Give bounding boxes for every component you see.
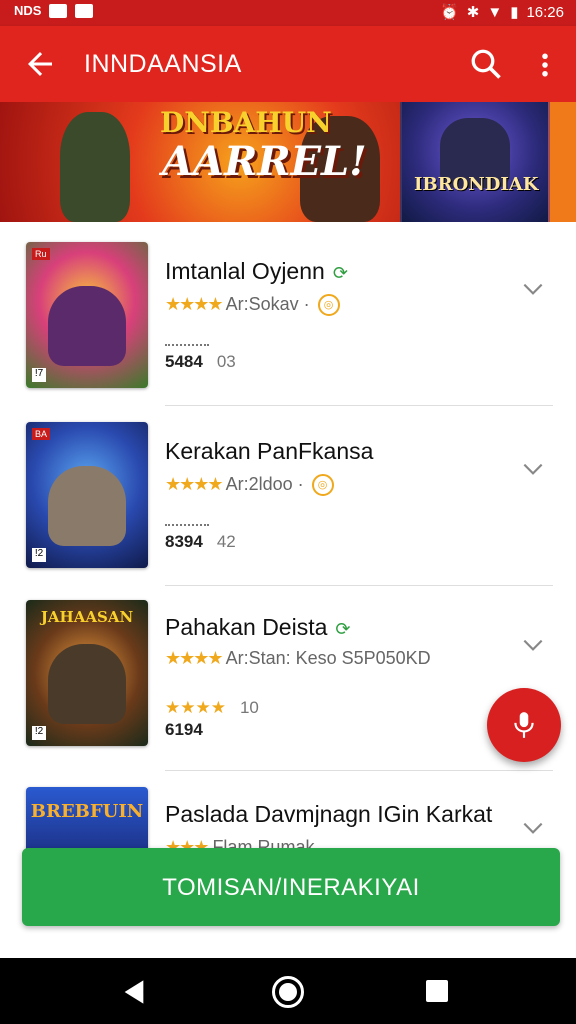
voice-search-button[interactable]	[487, 688, 561, 762]
page-title: INNDAANSIA	[84, 50, 242, 78]
alarm-icon: ⏰	[440, 4, 459, 21]
game-character	[48, 644, 126, 724]
leaf-icon: ⟳	[332, 263, 348, 283]
age-rating-icon: !7	[32, 368, 46, 382]
age-rating-icon: !2	[32, 726, 46, 740]
dots-divider	[165, 524, 209, 530]
game-stats: 5484 03	[165, 352, 236, 371]
list-item[interactable]: Ru !7 Imtanlal Oyjenn ⟳ ★★★★ Ar:Sokav · ◎ …	[0, 222, 576, 406]
game-stats-count: 6194	[165, 720, 203, 739]
promo-banner[interactable]: DNBAHUN AARREL! IBRONDIAK	[0, 102, 576, 222]
banner-side-title: IBRONDIAK	[414, 174, 539, 195]
more-vert-icon[interactable]	[530, 48, 560, 82]
game-character	[48, 286, 126, 366]
search-icon[interactable]	[468, 46, 504, 82]
game-thumbnail: BA !2	[26, 422, 148, 568]
app-bar: INNDAANSIA	[0, 26, 576, 102]
thumbnail-logo: BREBFUIN	[30, 801, 144, 822]
game-title: Kerakan PanFkansa	[165, 438, 374, 464]
microphone-icon	[514, 712, 534, 738]
rating-stars: ★★★★	[165, 648, 224, 668]
game-character	[48, 466, 126, 546]
game-meta: ★★★★ Ar:Sokav · ◎	[165, 294, 340, 317]
game-title: Paslada Davmjnagn IGin Karkat	[165, 801, 493, 827]
primary-action-button[interactable]: TOMISAN/INERAKIYAI	[22, 848, 560, 926]
nav-back-icon[interactable]	[120, 978, 148, 1006]
rating-stars-small: ★★★★	[165, 698, 226, 717]
vibrate-icon: ✱	[466, 4, 480, 21]
game-title: Imtanlal Oyjenn ⟳	[165, 258, 348, 284]
notification-icon	[49, 3, 68, 18]
system-nav-bar	[0, 958, 576, 1024]
dots-divider	[165, 344, 209, 350]
banner-hero-figure	[60, 112, 130, 222]
status-bar: NDS ⏰ ✱ ▼ ▮ 16:26	[0, 0, 576, 26]
nav-home-icon[interactable]	[272, 976, 304, 1008]
banner-headline: AARREL!	[162, 138, 367, 185]
game-title: Pahakan Deista ⟳	[165, 614, 351, 640]
thumbnail-tag: BA	[32, 428, 51, 440]
status-carrier: NDS	[14, 3, 42, 18]
game-meta: ★★★★ Ar:Stan: Keso S5P050KD	[165, 648, 431, 668]
game-thumbnail: JAHAASAN !2	[26, 600, 148, 746]
game-stats: 8394 42	[165, 532, 236, 551]
coin-icon: ◎	[317, 294, 340, 317]
game-meta: ★★★★ Ar:2ldoo · ◎	[165, 474, 334, 497]
age-rating-icon: !2	[32, 548, 46, 562]
clock: 16:26	[526, 3, 564, 21]
wifi-icon: ▼	[487, 3, 503, 21]
chevron-down-icon[interactable]	[520, 276, 546, 302]
arrow-left-icon[interactable]	[22, 46, 58, 82]
game-thumbnail: Ru !7	[26, 242, 148, 388]
battery-icon: ▮	[510, 4, 519, 21]
chevron-down-icon[interactable]	[520, 632, 546, 658]
leaf-icon: ⟳	[335, 619, 351, 639]
notification-icon-2	[75, 3, 94, 18]
list-item[interactable]: BA !2 Kerakan PanFkansa ★★★★ Ar:2ldoo · ◎…	[0, 402, 576, 586]
chevron-down-icon[interactable]	[520, 456, 546, 482]
rating-stars: ★★★★	[165, 474, 224, 494]
rating-stars: ★★★★	[165, 294, 224, 314]
chevron-down-icon[interactable]	[520, 815, 546, 841]
thumbnail-logo: JAHAASAN	[40, 608, 134, 626]
banner-headline-top: DNBAHUN	[160, 106, 332, 139]
nav-recents-icon[interactable]	[426, 980, 448, 1002]
banner-panel-next	[550, 102, 576, 222]
coin-icon: ◎	[311, 474, 334, 497]
game-stats: ★★★★ 10	[165, 698, 259, 717]
thumbnail-tag: Ru	[32, 248, 50, 260]
